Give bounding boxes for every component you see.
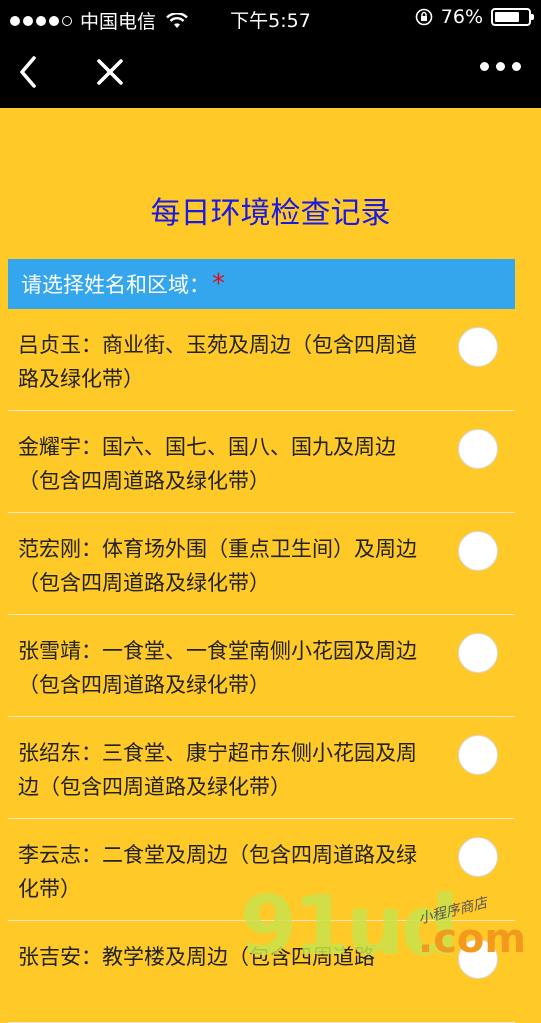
required-mark: *	[212, 269, 225, 299]
option-item[interactable]: 张吉安：教学楼及周边（包含四周道路	[8, 921, 515, 1023]
battery-icon	[491, 8, 534, 26]
orientation-lock-icon	[415, 8, 433, 26]
option-label: 张绍东：三食堂、康宁超市东侧小花园及周边（包含四周道路及绿化带）	[18, 741, 417, 799]
option-item[interactable]: 张雪靖：一食堂、一食堂南侧小花园及周边（包含四周道路及绿化带）	[8, 615, 515, 717]
option-list: 吕贞玉：商业街、玉苑及周边（包含四周道路及绿化带） 金耀宇：国六、国七、国八、国…	[8, 309, 515, 1023]
option-label: 金耀宇：国六、国七、国八、国九及周边（包含四周道路及绿化带）	[18, 435, 396, 493]
radio-button[interactable]	[458, 939, 498, 979]
option-item[interactable]: 金耀宇：国六、国七、国八、国九及周边（包含四周道路及绿化带）	[8, 411, 515, 513]
radio-button[interactable]	[458, 633, 498, 673]
more-dots-icon[interactable]	[480, 62, 521, 71]
battery-fill	[495, 12, 520, 22]
option-label: 范宏刚：体育场外围（重点卫生间）及周边（包含四周道路及绿化带）	[18, 537, 417, 595]
battery-percent: 76%	[440, 6, 483, 28]
chevron-left-icon[interactable]	[14, 52, 46, 92]
option-label: 张吉安：教学楼及周边（包含四周道路	[18, 945, 375, 969]
nav-bar	[0, 36, 541, 108]
close-icon[interactable]	[92, 54, 128, 90]
option-label: 吕贞玉：商业街、玉苑及周边（包含四周道路及绿化带）	[18, 333, 417, 391]
status-bar: 中国电信 下午5:57 76%	[0, 0, 541, 36]
option-label: 张雪靖：一食堂、一食堂南侧小花园及周边（包含四周道路及绿化带）	[18, 639, 417, 697]
option-item[interactable]: 吕贞玉：商业街、玉苑及周边（包含四周道路及绿化带）	[8, 309, 515, 411]
radio-button[interactable]	[458, 327, 498, 367]
question-header: 请选择姓名和区域：*	[8, 259, 515, 309]
page-title: 每日环境检查记录	[150, 196, 391, 231]
radio-button[interactable]	[458, 735, 498, 775]
status-right: 76%	[415, 6, 534, 28]
radio-button[interactable]	[458, 531, 498, 571]
option-item[interactable]: 李云志：二食堂及周边（包含四周道路及绿化带）	[8, 819, 515, 921]
option-item[interactable]: 范宏刚：体育场外围（重点卫生间）及周边（包含四周道路及绿化带）	[8, 513, 515, 615]
radio-button[interactable]	[458, 837, 498, 877]
question-label: 请选择姓名和区域：	[21, 273, 210, 297]
option-item[interactable]: 张绍东：三食堂、康宁超市东侧小花园及周边（包含四周道路及绿化带）	[8, 717, 515, 819]
option-label: 李云志：二食堂及周边（包含四周道路及绿化带）	[18, 843, 417, 901]
radio-button[interactable]	[458, 429, 498, 469]
